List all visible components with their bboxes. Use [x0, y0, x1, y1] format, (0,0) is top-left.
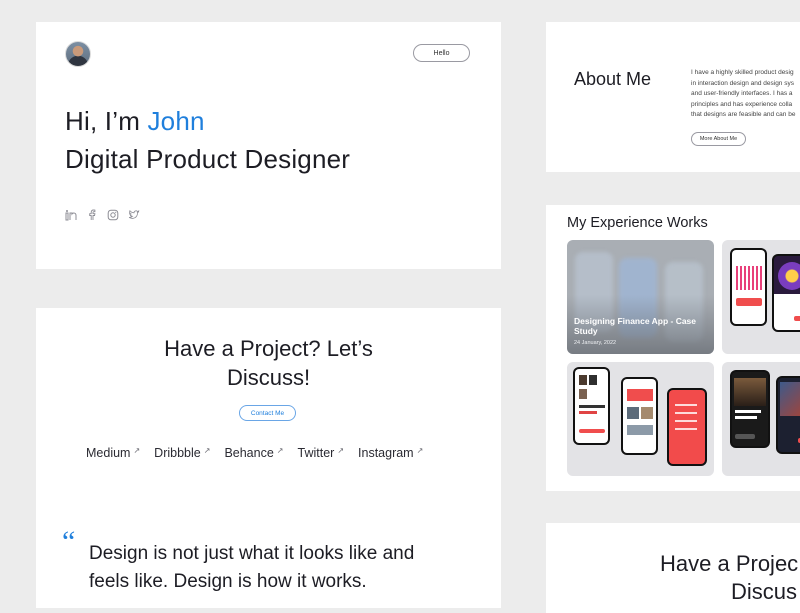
- about-title: About Me: [574, 69, 652, 89]
- about-card: About Me I have a highly skilled product…: [546, 22, 800, 172]
- twitter-icon[interactable]: [128, 209, 140, 221]
- project-title: Have a Project? Let’s Discuss!: [36, 334, 501, 392]
- instagram-icon[interactable]: [107, 209, 119, 221]
- project-title-line2: Discuss!: [226, 365, 311, 390]
- works-title: My Experience Works: [567, 215, 708, 231]
- hero-greeting: Hi, I’m John: [65, 106, 205, 137]
- design-quote: Design is not just what it looks like an…: [89, 540, 489, 596]
- link-dribbble[interactable]: Dribbble ↗: [154, 446, 210, 460]
- arrow-up-right-icon: ↗: [133, 446, 141, 455]
- hero-role: Digital Product Designer: [65, 144, 351, 174]
- greeting-text: Hi, I’m: [65, 106, 148, 136]
- phone-mockup-image: [573, 367, 610, 445]
- arrow-up-right-icon: ↗: [416, 446, 424, 455]
- about-line: in interaction design and design sys: [691, 79, 794, 87]
- phone-mockup-image: [667, 388, 707, 466]
- linkedin-icon[interactable]: [65, 209, 77, 221]
- link-label: Instagram: [358, 446, 414, 460]
- facebook-icon[interactable]: [86, 209, 98, 221]
- social-links: [65, 209, 140, 221]
- phone-mockup-image: [776, 376, 800, 454]
- work-title: Designing Finance App - Case Study: [574, 316, 697, 336]
- project-title-line1: Have a Projec: [660, 551, 799, 576]
- project-title-line1: Have a Project? Let’s: [164, 336, 373, 361]
- work-tile-shop-app[interactable]: [567, 362, 714, 476]
- hero-name: John: [147, 106, 205, 136]
- quote-line1: Design is not just what it looks like an…: [89, 543, 415, 564]
- work-tile-movie-app[interactable]: [722, 362, 800, 476]
- hello-button[interactable]: Hello: [413, 44, 470, 62]
- work-tile-finance-app[interactable]: Designing Finance App - Case Study 24 Ja…: [567, 240, 714, 354]
- arrow-up-right-icon: ↗: [337, 446, 345, 455]
- quote-line2: feels like. Design is how it works.: [89, 571, 367, 592]
- social-link-list: Medium ↗ Dribbble ↗ Behance ↗ Twitter ↗ Inst…: [86, 446, 423, 460]
- about-line: I have a highly skilled product desig: [691, 69, 794, 76]
- work-date: 24 January, 2022: [574, 340, 617, 346]
- link-medium[interactable]: Medium ↗: [86, 446, 140, 460]
- project-card: Have a Project? Let’s Discuss! Contact M…: [36, 308, 501, 608]
- link-behance[interactable]: Behance ↗: [224, 446, 283, 460]
- link-label: Medium: [86, 446, 131, 460]
- quote-icon: “: [62, 525, 76, 558]
- link-label: Behance: [224, 446, 274, 460]
- more-about-me-button[interactable]: More About Me: [691, 132, 746, 146]
- about-description: I have a highly skilled product desig in…: [691, 68, 800, 121]
- link-label: Dribbble: [154, 446, 201, 460]
- phone-mockup-image: [772, 254, 800, 332]
- avatar[interactable]: [65, 41, 91, 67]
- about-line: that designs are feasible and can be: [691, 111, 796, 118]
- arrow-up-right-icon: ↗: [276, 446, 284, 455]
- about-line: principles and has experience colla: [691, 100, 793, 108]
- link-instagram[interactable]: Instagram ↗: [358, 446, 423, 460]
- phone-mockup-image: [730, 370, 770, 448]
- phone-mockup-image: [621, 377, 658, 455]
- arrow-up-right-icon: ↗: [203, 446, 211, 455]
- works-card: My Experience Works Designing Finance Ap…: [546, 205, 800, 491]
- hero-card: Hello Hi, I’m John Digital Product Desig…: [36, 22, 501, 269]
- link-twitter[interactable]: Twitter ↗: [298, 446, 345, 460]
- link-label: Twitter: [297, 446, 335, 460]
- work-tile-nft-app[interactable]: [722, 240, 800, 354]
- project-title-line2: Discus: [731, 579, 798, 604]
- phone-mockup-image: [730, 248, 767, 326]
- about-line: and user-friendly interfaces. I has a: [691, 90, 793, 97]
- contact-me-button[interactable]: Contact Me: [239, 405, 296, 421]
